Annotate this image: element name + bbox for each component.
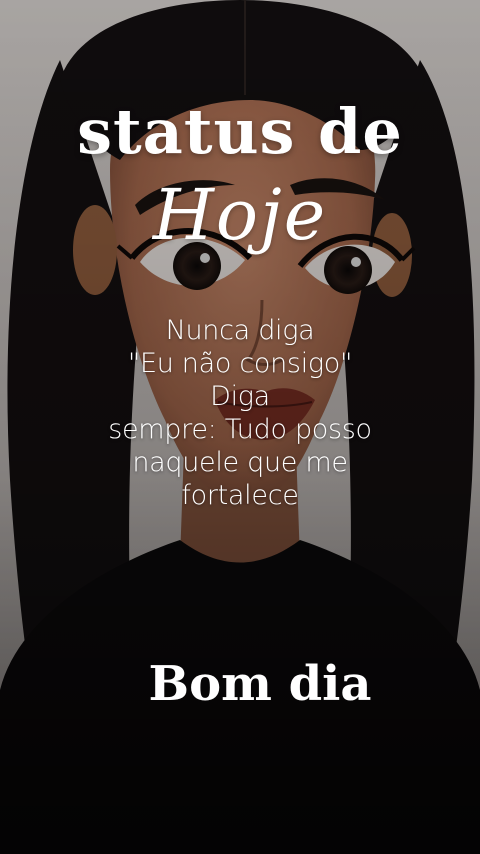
script-word: Hoje xyxy=(152,174,328,256)
quote-line: sempre: Tudo posso xyxy=(108,414,372,445)
quote-line: naquele que me xyxy=(132,447,348,478)
quote-line: Nunca diga xyxy=(165,315,315,346)
quote-line: "Eu não consigo" xyxy=(127,348,353,379)
quote: Nunca diga "Eu não consigo" Diga sempre:… xyxy=(0,314,480,512)
quote-line: Diga xyxy=(210,381,270,412)
quote-line: fortalece xyxy=(181,480,299,511)
title: status de xyxy=(77,95,403,168)
greeting: Bom dia xyxy=(148,656,372,712)
